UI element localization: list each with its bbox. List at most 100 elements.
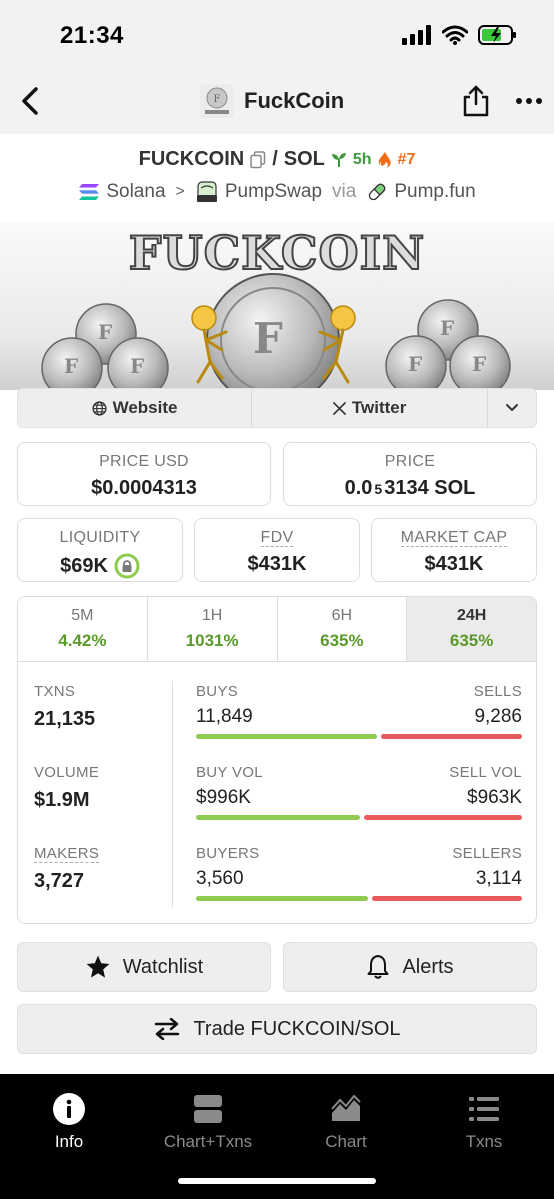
pair-header: FUCKCOIN / SOL 5h #7 Solana > PumpSwap v… [0, 134, 554, 222]
split-layout-icon [194, 1095, 222, 1123]
links-bar: Website Twitter [17, 388, 537, 428]
swap-arrows-icon [155, 1018, 180, 1040]
buys-sells-bar [196, 734, 522, 739]
alerts-label: Alerts [402, 955, 454, 978]
nav-title: FuckCoin [244, 88, 345, 113]
fdv-value: $431K [247, 553, 307, 575]
sells-label: SELLS [473, 683, 522, 700]
watchlist-button[interactable]: Watchlist [17, 942, 271, 992]
buy-bar-segment [196, 896, 368, 901]
makers-label[interactable]: MAKERS [34, 845, 174, 863]
tab-24h[interactable]: 24H 635% [407, 597, 536, 661]
bottom-tab-bar: Info Chart+Txns Chart Txns [0, 1074, 554, 1199]
signal-icon [402, 25, 431, 45]
nav-title-group: F FuckCoin [200, 84, 344, 118]
buys-sells-stat: BUYS SELLS 11,849 9,286 [196, 683, 522, 739]
more-options-icon[interactable] [516, 98, 542, 104]
price-sol-value: 0.0 5 3134 SOL [344, 477, 476, 499]
txns-value: 21,135 [34, 708, 96, 730]
tab-chart[interactable]: Chart [291, 1092, 401, 1152]
tab-label: 6H [331, 607, 353, 624]
pair-separator: / [272, 148, 278, 170]
tab-change-value: 1031% [185, 631, 239, 650]
wifi-icon [442, 25, 468, 45]
buy-vol-label: BUY VOL [196, 764, 263, 781]
tab-chart-txns[interactable]: Chart+Txns [153, 1092, 263, 1152]
info-icon [53, 1093, 85, 1125]
trade-button[interactable]: Trade FUCKCOIN/SOL [17, 1004, 537, 1054]
lock-icon[interactable] [114, 553, 140, 579]
pill-icon [369, 183, 386, 201]
watchlist-label: Watchlist [122, 955, 204, 978]
buys-label: BUYS [196, 683, 239, 700]
tab-txns-label: Txns [465, 1132, 503, 1151]
sells-value: 9,286 [474, 706, 522, 727]
pumpswap-icon [196, 181, 217, 202]
more-links-button[interactable] [488, 389, 536, 427]
coin-letter: F [408, 352, 423, 376]
liquidity-value: $69K [18, 553, 182, 579]
pair-base-symbol: FUCKCOIN [138, 148, 245, 170]
txns-stat: TXNS 21,135 [34, 683, 174, 731]
route-chevron: > [175, 183, 185, 200]
tab-chart-txns-label: Chart+Txns [163, 1132, 253, 1151]
x-logo-icon [332, 401, 346, 415]
coin-illustration [41, 273, 511, 390]
sell-bar-segment [363, 815, 522, 820]
alerts-button[interactable]: Alerts [283, 942, 537, 992]
coin-letter: F [440, 316, 455, 340]
tab-1h[interactable]: 1H 1031% [148, 597, 278, 661]
buyers-value: 3,560 [196, 868, 244, 889]
price-usd-value: $0.0004313 [91, 477, 197, 499]
pair-title-line: FUCKCOIN / SOL 5h #7 [0, 148, 554, 171]
volume-label: VOLUME [34, 764, 100, 781]
buy-vol-value: $996K [196, 787, 251, 808]
pair-route-line: Solana > PumpSwap via Pump.fun [0, 180, 554, 204]
launchpad-name[interactable]: Pump.fun [394, 181, 475, 203]
back-chevron-icon[interactable] [16, 86, 44, 116]
globe-icon [92, 400, 107, 416]
sell-bar-segment [371, 896, 522, 901]
market-cap-card: MARKET CAP $431K [371, 518, 537, 582]
tab-info[interactable]: Info [14, 1092, 124, 1152]
volume-value: $1.9M [34, 789, 90, 811]
battery-charging-icon [478, 25, 516, 45]
stats-panel: 5M 4.42% 1H 1031% 6H 635% 24H 635% TXNS … [17, 596, 537, 924]
share-icon[interactable] [462, 84, 490, 118]
sellers-value: 3,114 [475, 868, 522, 889]
sellers-label: SELLERS [452, 845, 522, 862]
coin-letter: F [64, 354, 79, 378]
pair-age: 5h [352, 150, 372, 168]
twitter-button[interactable]: Twitter [252, 389, 489, 427]
tab-5m[interactable]: 5M 4.42% [18, 597, 148, 661]
tab-6h[interactable]: 6H 635% [278, 597, 408, 661]
coin-letter: F [472, 352, 487, 376]
trade-label: Trade FUCKCOIN/SOL [193, 1017, 401, 1040]
sell-vol-value: $963K [467, 787, 522, 808]
price-usd-card: PRICE USD $0.0004313 [17, 442, 271, 506]
website-button[interactable]: Website [18, 389, 253, 427]
tab-txns[interactable]: Txns [429, 1092, 539, 1152]
liquidity-label: LIQUIDITY [59, 529, 141, 546]
token-banner-image: FUCKCOIN F F F F F F F [0, 222, 554, 390]
twitter-label: Twitter [351, 398, 407, 417]
copy-icon[interactable] [250, 150, 266, 169]
makers-stat: MAKERS 3,727 [34, 845, 174, 893]
fdv-label[interactable]: FDV [195, 529, 359, 547]
status-time: 21:34 [60, 22, 124, 49]
dex-name[interactable]: PumpSwap [225, 181, 322, 203]
price-usd-label: PRICE USD [99, 453, 189, 470]
chain-name[interactable]: Solana [106, 181, 165, 203]
market-cap-value: $431K [424, 553, 484, 575]
price-sol-label: PRICE [384, 453, 436, 470]
nav-bar: F FuckCoin [0, 70, 554, 134]
market-cap-label[interactable]: MARKET CAP [372, 529, 536, 547]
home-indicator [178, 1178, 376, 1184]
buyers-sellers-bar [196, 896, 522, 901]
coin-letter: F [130, 354, 145, 378]
flame-icon [378, 151, 391, 168]
coin-letter: F [98, 320, 113, 344]
svg-text:F: F [214, 94, 221, 105]
tab-change-value: 635% [449, 631, 494, 650]
token-logo: F [200, 84, 234, 118]
